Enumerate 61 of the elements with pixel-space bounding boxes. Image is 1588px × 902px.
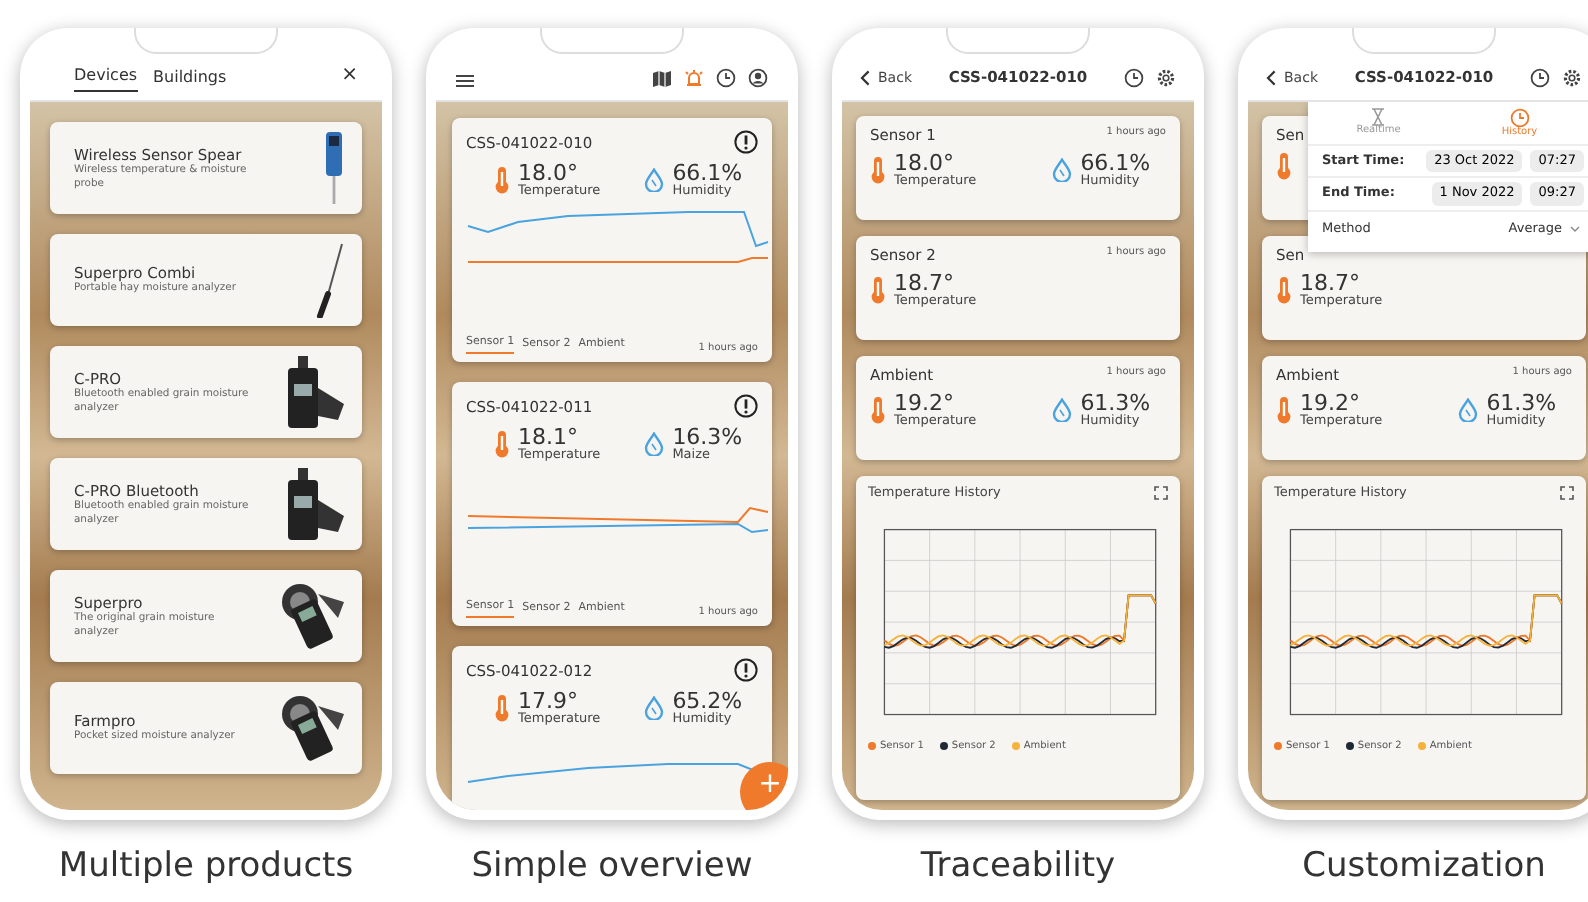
sensor-spear-drawing [322,132,346,204]
grain-analyzer-drawing [282,356,346,428]
hourglass-icon [1370,108,1387,126]
thermometer-icon [870,396,886,425]
handheld-analyzer-drawing [278,694,346,762]
clock-icon[interactable] [1124,68,1144,88]
tab[interactable]: Devices [74,66,138,92]
expand-icon[interactable] [1154,486,1168,501]
probe-rod-drawing [314,242,346,318]
reading-value: 18.1° [518,426,578,448]
alert-icon[interactable] [734,658,758,682]
reading-value: 18.7° [1300,272,1360,294]
water-drop-icon [1052,398,1073,423]
reading-value: 18.7° [894,272,954,294]
reading-value: 16.3% [672,426,743,448]
user-icon[interactable] [748,68,768,88]
reading-value: 61.3% [1486,392,1557,414]
thermometer-icon [1276,152,1292,180]
water-drop-icon [1458,398,1479,423]
thermometer-icon [494,430,510,459]
water-drop-icon [644,168,665,193]
reading-value: 66.1% [672,162,743,184]
expand-icon[interactable] [1560,486,1574,501]
reading-value: 18.0° [894,152,954,174]
thermometer-icon [870,276,886,305]
tab[interactable]: Buildings [153,68,227,92]
alert-icon[interactable] [734,130,758,154]
reading-value: 65.2% [672,690,743,712]
settings-icon[interactable] [1156,68,1176,88]
clock-icon[interactable] [716,68,736,88]
reading-value: 61.3% [1080,392,1151,414]
thermometer-icon [494,694,510,723]
settings-icon[interactable] [1562,68,1582,88]
clock-icon[interactable] [1530,68,1550,88]
alarm-light-icon[interactable] [684,68,704,88]
caption: Simple overview [471,846,753,887]
reading-value: 18.0° [518,162,578,184]
close-button[interactable]: × [341,64,358,92]
menu-icon[interactable] [456,74,474,88]
reading-value: 19.2° [894,392,954,414]
caption: Multiple products [58,846,354,887]
handheld-analyzer-drawing [278,582,346,650]
thermometer-icon [1276,396,1292,425]
back-chevron-icon [1266,69,1276,86]
water-drop-icon [644,696,665,721]
map-icon[interactable] [652,70,672,88]
water-drop-icon [644,432,665,457]
caret-icon [1570,226,1580,233]
reading-value: 17.9° [518,690,578,712]
caption: Traceability [920,846,1116,887]
caption: Customization [1302,846,1546,887]
thermometer-icon [494,166,510,195]
reading-value: 66.1% [1080,152,1151,174]
thermometer-icon [870,156,886,185]
reading-value: 19.2° [1300,392,1360,414]
back-chevron-icon [860,69,870,86]
alert-icon[interactable] [734,394,758,418]
thermometer-icon [1276,276,1292,305]
clock-icon [1509,108,1530,128]
grain-analyzer-drawing [282,468,346,540]
water-drop-icon [1052,158,1073,183]
